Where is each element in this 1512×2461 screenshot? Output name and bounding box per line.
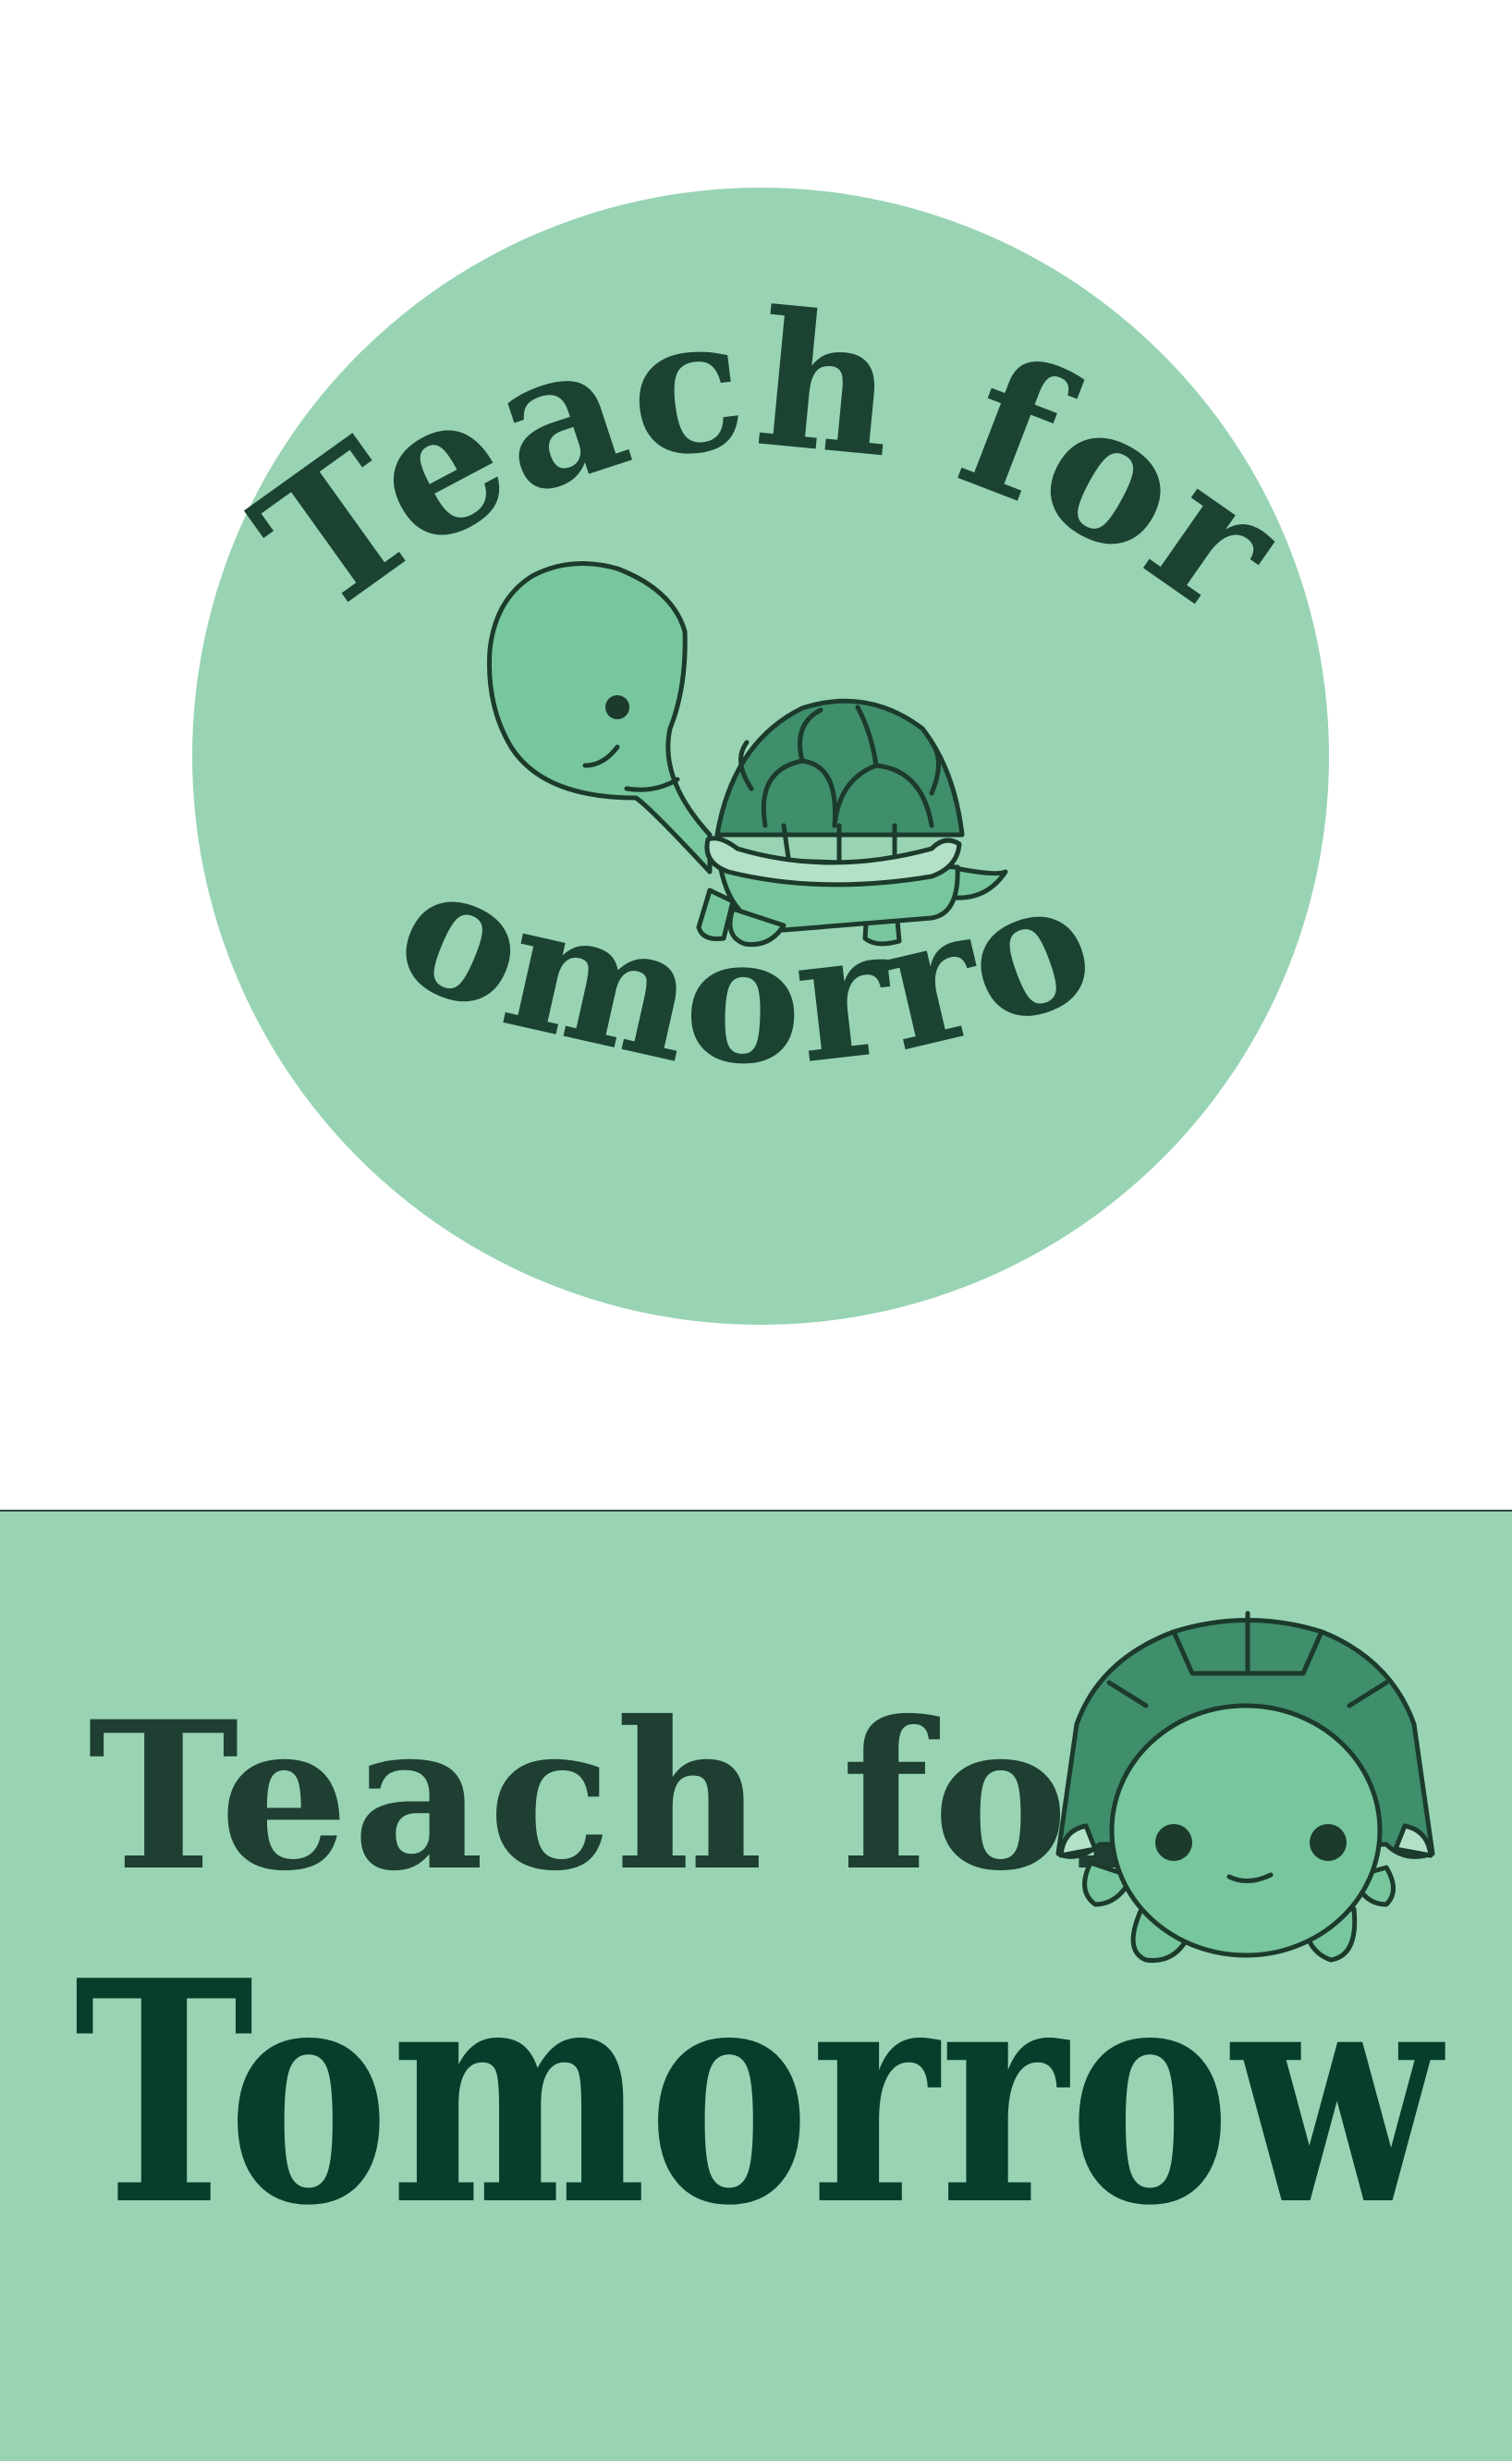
turtle-right-eye-icon: [1310, 1824, 1347, 1861]
banner-logo-graphic: Teach for Tomorrow: [74, 1610, 1447, 2272]
circle-badge-graphic: Teach for omorro: [192, 188, 1329, 1325]
turtle-eye-icon: [605, 695, 629, 719]
banner-wordmark-line2: Tomorrow: [74, 1914, 1447, 2272]
banner-wordmark-line1: Teach for: [88, 1676, 1183, 1916]
turtle-left-eye-icon: [1155, 1824, 1192, 1861]
banner-logo: Teach for Tomorrow: [0, 1510, 1512, 2461]
circle-badge-logo: Teach for omorro: [192, 188, 1329, 1325]
